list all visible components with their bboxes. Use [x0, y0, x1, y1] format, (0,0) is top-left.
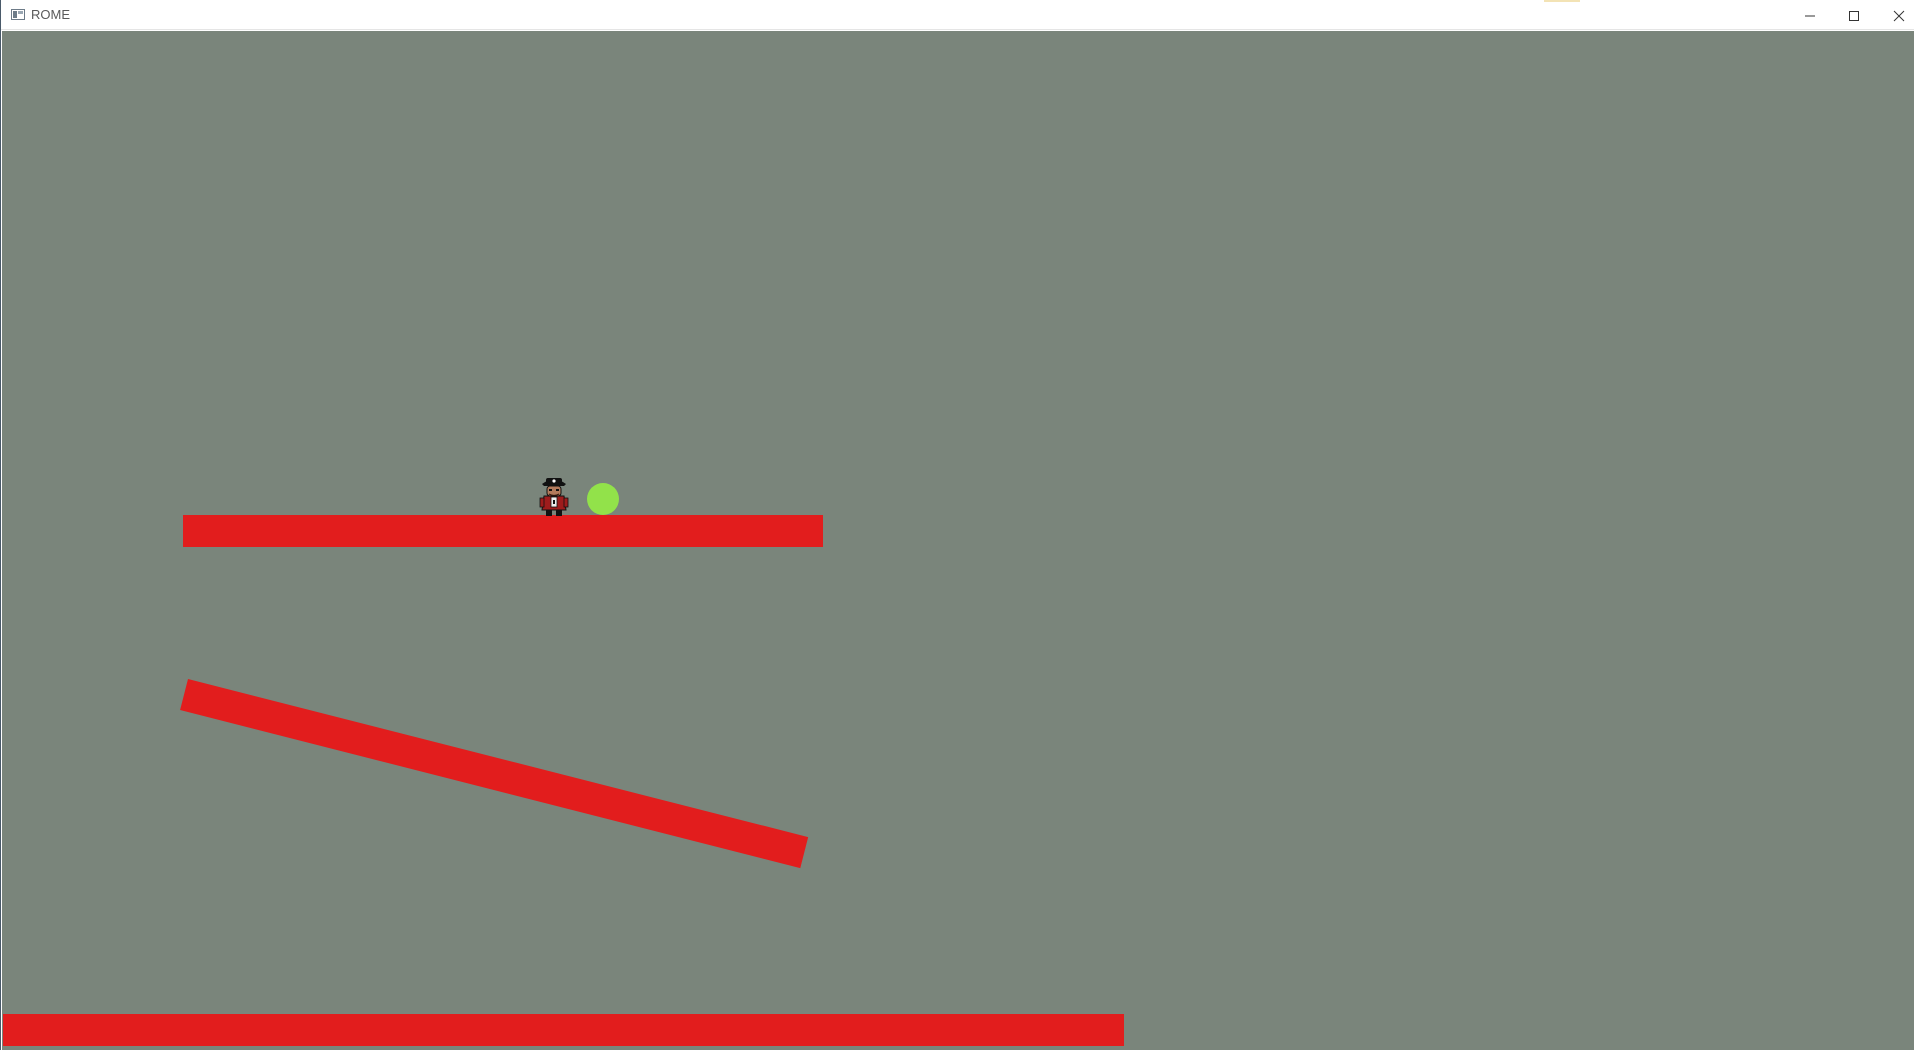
pirate-character-icon — [539, 478, 569, 516]
platform-ground-floor — [3, 1014, 1124, 1046]
titlebar-accent — [1544, 0, 1580, 2]
minimize-icon — [1805, 15, 1815, 17]
green-ball — [587, 483, 619, 515]
window-app-icon — [11, 9, 25, 20]
maximize-icon — [1849, 11, 1859, 21]
minimize-button[interactable] — [1787, 0, 1833, 30]
platform-slanted-ramp — [180, 679, 809, 869]
close-button[interactable] — [1876, 0, 1914, 30]
maximize-button[interactable] — [1831, 0, 1877, 30]
platform-top-ledge — [183, 515, 823, 547]
close-icon — [1893, 10, 1905, 22]
game-window: ROME — [0, 0, 1914, 1050]
game-canvas[interactable] — [2, 31, 1914, 1050]
title-bar[interactable]: ROME — [1, 0, 1914, 30]
window-title: ROME — [31, 7, 70, 22]
